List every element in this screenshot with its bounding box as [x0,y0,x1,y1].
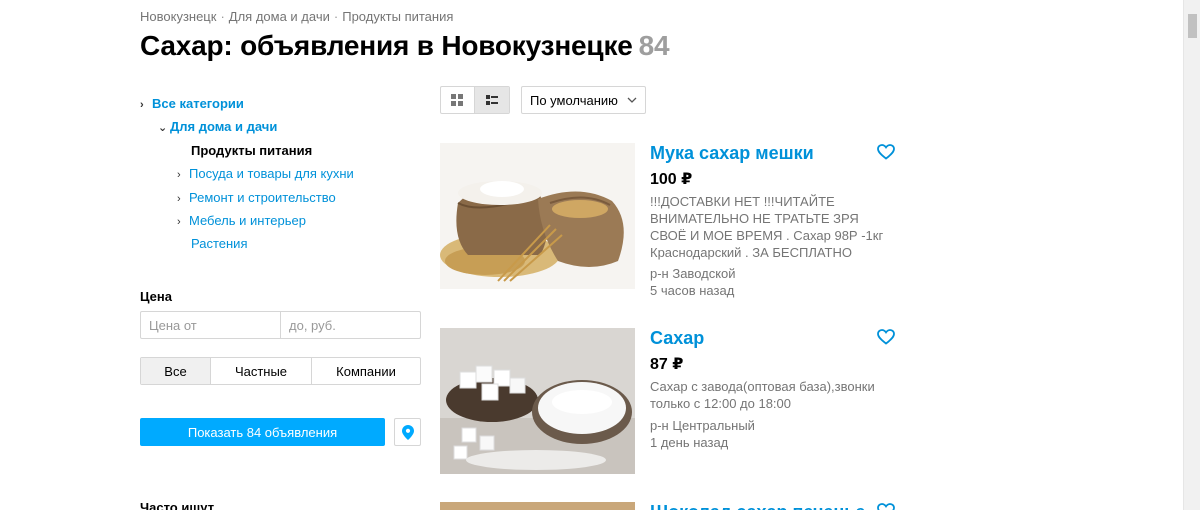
chevron-right-icon: › [177,169,181,181]
sort-selected-value: По умолчанию [530,92,618,108]
category-repair-label: Ремонт и строительство [189,190,336,205]
show-results-button[interactable]: Показать 84 объявления [140,418,385,446]
category-plants-label: Растения [191,236,248,251]
breadcrumb-separator: · [333,9,339,24]
breadcrumb: Новокузнецк · Для дома и дачи · Продукты пит… [140,9,453,24]
listing-district: р-н Заводской [650,266,736,281]
map-pin-icon [401,424,414,440]
page-title: Сахар: объявления в Новокузнецке 84 [140,30,670,62]
favorite-button[interactable] [877,329,895,350]
breadcrumb-home[interactable]: Для дома и дачи [229,9,330,24]
listing-time: 5 часов назад [650,283,735,298]
category-furniture-label: Мебель и интерьер [189,213,306,228]
category-home-label: Для дома и дачи [170,119,278,134]
listing-item[interactable]: Сахар 87 ₽ Сахар с завода(оптовая база),… [440,328,900,488]
heart-icon [877,503,895,510]
listing-price: 100 ₽ [650,171,693,188]
listing-title[interactable]: Шоколад сахар печенье [650,502,865,510]
category-furniture[interactable]: › Мебель и интерьер [177,213,306,228]
listing-description: Сахар с завода(оптовая база),звонки толь… [650,379,875,411]
price-from-input[interactable] [141,312,281,338]
category-kitchen-label: Посуда и товары для кухни [189,166,354,181]
seller-all-option[interactable]: Все [141,358,211,384]
listing-description: !!!ДОСТАВКИ НЕТ !!!ЧИТАЙТЕ ВНИМАТЕЛЬНО Н… [650,194,884,260]
map-button[interactable] [394,418,421,446]
often-searched-heading: Часто ищут [140,500,215,510]
listing-item[interactable]: Мука сахар мешки 100 ₽ !!!ДОСТАВКИ НЕТ !… [440,143,900,303]
category-food-label: Продукты питания [191,143,313,158]
breadcrumb-city[interactable]: Новокузнецк [140,9,216,24]
favorite-button[interactable] [877,503,895,510]
category-home[interactable]: ⌄ Для дома и дачи [158,119,277,134]
breadcrumb-separator: · [220,9,225,24]
listing-title[interactable]: Сахар [650,328,704,349]
category-repair[interactable]: › Ремонт и строительство [177,190,336,205]
category-all-label: Все категории [152,96,244,111]
sort-select[interactable]: По умолчанию [521,86,646,114]
chevron-down-icon [627,97,637,103]
chevron-right-icon: › [177,216,181,228]
listing-photo-chocolate[interactable] [440,502,635,510]
chevron-right-icon: › [177,193,181,205]
listing-title[interactable]: Мука сахар мешки [650,143,814,164]
listing-photo-flour-sacks[interactable] [440,143,635,289]
listing-photo-sugar[interactable] [440,328,635,474]
grid-view-button[interactable] [441,87,475,113]
page-scrollbar[interactable] [1183,0,1200,510]
scrollbar-thumb[interactable] [1188,14,1197,38]
results-count: 84 [638,30,670,61]
category-food: Продукты питания [191,143,312,158]
favorite-button[interactable] [877,144,895,165]
heart-icon [877,144,895,160]
breadcrumb-food[interactable]: Продукты питания [342,9,453,24]
listing-price: 87 ₽ [650,356,684,373]
price-range [140,311,421,339]
list-view-button[interactable] [474,87,509,113]
view-toggle [440,86,510,114]
category-plants[interactable]: Растения [191,236,248,251]
seller-company-option[interactable]: Компании [312,358,420,384]
grid-icon [451,94,464,106]
page-title-text: Сахар: объявления в Новокузнецке [140,30,633,61]
price-to-input[interactable] [281,312,420,338]
seller-type-switch: Все Частные Компании [140,357,421,385]
listing-district: р-н Центральный [650,418,755,433]
list-icon [485,95,498,105]
seller-private-option[interactable]: Частные [211,358,312,384]
price-filter-label: Цена [140,289,172,304]
category-kitchen[interactable]: › Посуда и товары для кухни [177,166,354,181]
chevron-right-icon: › [140,99,144,111]
listing-item[interactable]: Шоколад сахар печенье [440,502,900,510]
heart-icon [877,329,895,345]
category-all[interactable]: › Все категории [140,96,244,111]
chevron-down-icon: ⌄ [158,122,168,134]
listing-time: 1 день назад [650,435,729,450]
